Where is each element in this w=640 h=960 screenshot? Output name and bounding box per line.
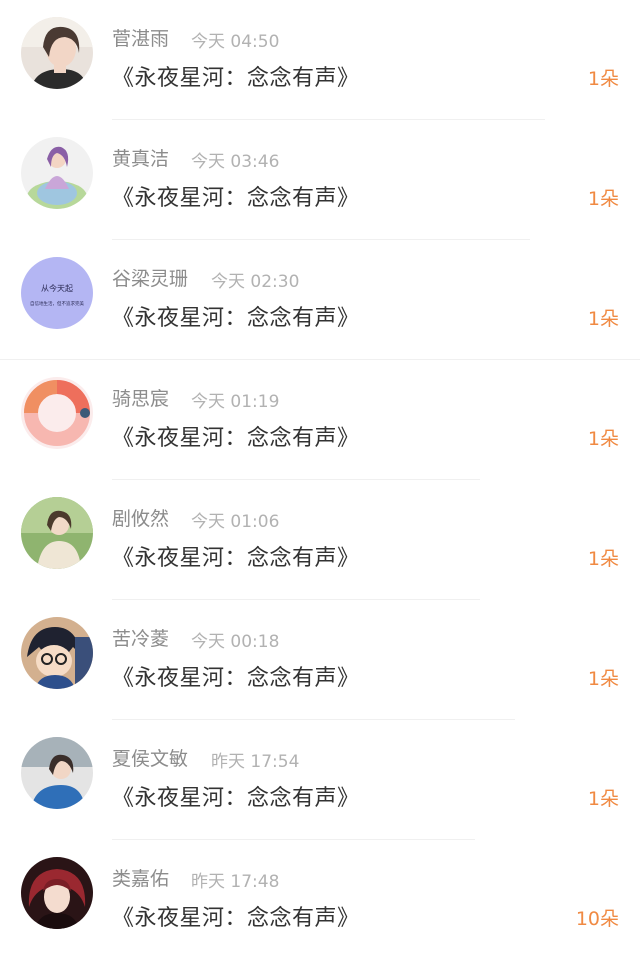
book-title[interactable]: 《永夜星河：念念有声》 — [112, 900, 360, 932]
list-item[interactable]: 夏侯文敏 昨天 17:54 《永夜星河：念念有声》 1朵 — [0, 720, 640, 840]
book-title[interactable]: 《永夜星河：念念有声》 — [112, 60, 360, 92]
book-title[interactable]: 《永夜星河：念念有声》 — [112, 300, 360, 332]
avatar[interactable] — [21, 497, 93, 569]
timestamp: 今天 00:18 — [191, 632, 280, 652]
book-title[interactable]: 《永夜星河：念念有声》 — [112, 660, 360, 692]
book-title[interactable]: 《永夜星河：念念有声》 — [112, 420, 360, 452]
user-name[interactable]: 骑思宸 — [112, 384, 169, 411]
list-item[interactable]: 类嘉佑 昨天 17:48 《永夜星河：念念有声》 10朵 — [0, 840, 640, 960]
avatar[interactable] — [21, 857, 93, 929]
user-name[interactable]: 苦冷菱 — [112, 624, 169, 651]
timestamp: 今天 02:30 — [211, 272, 300, 292]
timestamp: 今天 04:50 — [191, 32, 280, 52]
avatar[interactable] — [21, 737, 93, 809]
list-item[interactable]: 剧攸然 今天 01:06 《永夜星河：念念有声》 1朵 — [0, 480, 640, 600]
list-item[interactable]: 从今天起 自信地生活，但不追求完美 谷梁灵珊 今天 02:30 《永夜星河：念念… — [0, 240, 640, 360]
list-item[interactable]: 苦冷菱 今天 00:18 《永夜星河：念念有声》 1朵 — [0, 600, 640, 720]
user-name[interactable]: 夏侯文敏 — [112, 744, 188, 771]
flower-count: 1朵 — [587, 668, 619, 690]
book-title[interactable]: 《永夜星河：念念有声》 — [112, 540, 360, 572]
list-item[interactable]: 黄真洁 今天 03:46 《永夜星河：念念有声》 1朵 — [0, 120, 640, 240]
flower-count: 1朵 — [587, 788, 619, 810]
timestamp: 今天 01:19 — [191, 392, 280, 412]
timestamp: 今天 03:46 — [191, 152, 280, 172]
flower-count: 1朵 — [587, 308, 619, 330]
timestamp: 昨天 17:48 — [191, 872, 280, 892]
avatar-text-line-1: 从今天起 — [41, 284, 73, 293]
flower-count: 1朵 — [587, 548, 619, 570]
gift-list: 菅湛雨 今天 04:50 《永夜星河：念念有声》 1朵 黄真洁 今天 03:46… — [0, 0, 640, 939]
avatar[interactable] — [21, 137, 93, 209]
user-name[interactable]: 类嘉佑 — [112, 864, 169, 891]
flower-count: 1朵 — [587, 428, 619, 450]
avatar-text-line-2: 自信地生活，但不追求完美 — [30, 302, 84, 307]
user-name[interactable]: 菅湛雨 — [112, 24, 169, 51]
book-title[interactable]: 《永夜星河：念念有声》 — [112, 180, 360, 212]
avatar[interactable] — [21, 377, 93, 449]
avatar[interactable] — [21, 617, 93, 689]
list-item[interactable]: 菅湛雨 今天 04:50 《永夜星河：念念有声》 1朵 — [0, 0, 640, 120]
book-title[interactable]: 《永夜星河：念念有声》 — [112, 780, 360, 812]
avatar[interactable]: 从今天起 自信地生活，但不追求完美 — [21, 257, 93, 329]
flower-count: 1朵 — [587, 68, 619, 90]
list-item[interactable]: 骑思宸 今天 01:19 《永夜星河：念念有声》 1朵 — [0, 360, 640, 480]
timestamp: 昨天 17:54 — [211, 752, 300, 772]
user-name[interactable]: 谷梁灵珊 — [112, 264, 188, 291]
flower-count: 10朵 — [575, 908, 619, 930]
flower-count: 1朵 — [587, 188, 619, 210]
user-name[interactable]: 剧攸然 — [112, 504, 169, 531]
user-name[interactable]: 黄真洁 — [112, 144, 169, 171]
timestamp: 今天 01:06 — [191, 512, 280, 532]
avatar[interactable] — [21, 17, 93, 89]
